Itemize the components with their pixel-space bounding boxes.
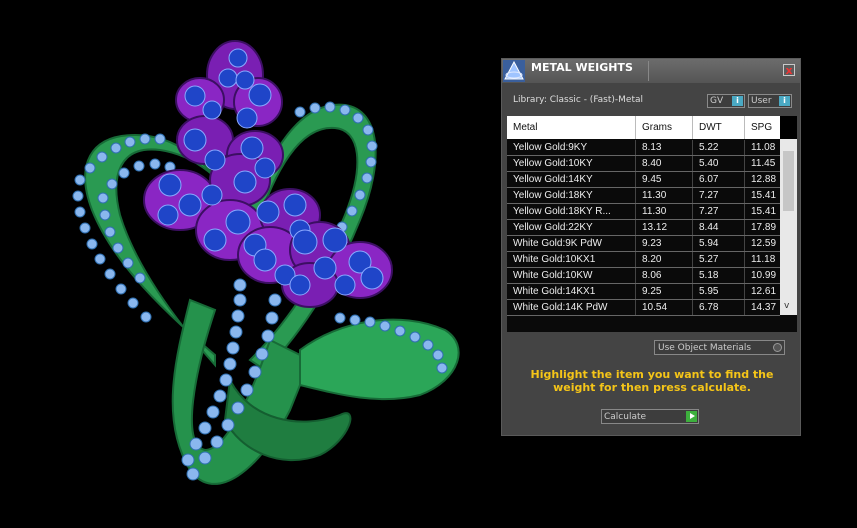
cell-metal: White Gold:14KX1 [507,284,636,300]
cell-dwt: 5.27 [693,252,745,268]
table-row[interactable]: White Gold:14K PdW 10.54 6.78 14.37 [507,300,780,316]
cell-spg: 11.45 [751,158,776,169]
play-icon [686,411,697,422]
cell-spg: 14.37 [751,302,777,313]
cell-dwt: 6.07 [693,172,745,188]
library-label: Library: Classic - (Fast)-Metal [513,95,644,105]
cell-metal: White Gold:9K PdW [507,236,636,252]
gv-button[interactable]: GV i [707,94,745,108]
close-button[interactable]: x [783,64,795,76]
header-corner [780,116,797,139]
cell-dwt: 5.95 [693,284,745,300]
cell-grams: 13.12 [636,220,693,236]
table-row[interactable]: Yellow Gold:18KY R... 11.30 7.27 15.41 [507,204,780,220]
cell-spg: 15.41 [751,206,777,217]
cell-dwt: 7.27 [693,188,745,204]
calculate-button-label: Calculate [604,412,647,422]
cell-metal: Yellow Gold:18KY R... [507,204,636,220]
cell-spg: 10.99 [751,270,777,281]
table-row[interactable]: White Gold:14KX1 9.25 5.95 12.61 [507,284,780,300]
cell-dwt: 6.78 [693,300,745,316]
table-row[interactable]: Yellow Gold:9KY 8.13 5.22 11.08 [507,140,780,156]
cell-metal: Yellow Gold:18KY [507,188,636,204]
column-header-grams[interactable]: Grams [636,116,693,139]
cell-grams: 9.45 [636,172,693,188]
toggle-circle-icon[interactable] [773,343,782,352]
column-header-metal[interactable]: Metal [507,116,636,139]
row-divider [507,315,780,316]
cell-grams: 8.40 [636,156,693,172]
panel-title: METAL WEIGHTS [531,61,633,74]
ring-model [72,40,460,485]
cell-grams: 8.20 [636,252,693,268]
cell-spg: 11.08 [751,142,776,153]
panel-titlebar[interactable]: METAL WEIGHTS x [502,59,800,83]
cell-dwt: 7.27 [693,204,745,220]
info-icon: i [779,96,790,106]
use-object-materials-label: Use Object Materials [658,343,752,353]
cell-grams: 9.25 [636,284,693,300]
app-logo-icon [503,60,525,82]
cell-metal: Yellow Gold:22KY [507,220,636,236]
cell-dwt: 5.94 [693,236,745,252]
instructions-text: Highlight the item you want to find the … [530,368,774,394]
cell-dwt: 5.40 [693,156,745,172]
table-row[interactable]: White Gold:9K PdW 9.23 5.94 12.59 [507,236,780,252]
table-row[interactable]: White Gold:10KW 8.06 5.18 10.99 [507,268,780,284]
user-button-label: User [751,96,772,106]
table-row[interactable]: White Gold:10KX1 8.20 5.27 11.18 [507,252,780,268]
cell-grams: 8.06 [636,268,693,284]
table-row[interactable]: Yellow Gold:14KY 9.45 6.07 12.88 [507,172,780,188]
metal-weights-panel: METAL WEIGHTS x Library: Classic - (Fast… [501,58,801,436]
cell-grams: 11.30 [636,204,693,220]
cell-metal: White Gold:14K PdW [507,300,636,316]
cell-metal: Yellow Gold:14KY [507,172,636,188]
calculate-button[interactable]: Calculate [601,409,699,424]
cell-dwt: 8.44 [693,220,745,236]
metal-weights-table[interactable]: Metal Grams DWT SPG Yellow Gold:9KY 8.13 5… [507,116,797,332]
cell-grams: 10.54 [636,300,693,316]
3d-viewport[interactable] [0,0,500,524]
cell-metal: White Gold:10KX1 [507,252,636,268]
cell-spg: 12.59 [751,238,777,249]
cell-spg: 17.89 [751,222,777,233]
table-row[interactable]: Yellow Gold:10KY 8.40 5.40 11.45 [507,156,780,172]
column-header-spg[interactable]: SPG [745,116,780,139]
table-header: Metal Grams DWT SPG [507,116,780,139]
cell-dwt: 5.18 [693,268,745,284]
cell-metal: Yellow Gold:10KY [507,156,636,172]
cell-spg: 12.61 [751,286,777,297]
table-row[interactable]: Yellow Gold:18KY 11.30 7.27 15.41 [507,188,780,204]
gv-button-label: GV [710,96,724,106]
table-row[interactable]: Yellow Gold:22KY 13.12 8.44 17.89 [507,220,780,236]
use-object-materials-toggle[interactable]: Use Object Materials [654,340,785,355]
title-divider [648,61,649,81]
scroll-down-icon[interactable]: v [784,301,789,311]
cell-grams: 8.13 [636,140,693,156]
column-header-dwt[interactable]: DWT [693,116,745,139]
cell-spg: 15.41 [751,190,777,201]
info-icon: i [732,96,743,106]
vertical-scroll-thumb[interactable] [783,151,794,211]
cell-metal: White Gold:10KW [507,268,636,284]
cell-spg: 11.18 [751,254,776,265]
cell-grams: 11.30 [636,188,693,204]
cell-metal: Yellow Gold:9KY [507,140,636,156]
cell-spg: 12.88 [751,174,777,185]
cell-dwt: 5.22 [693,140,745,156]
vertical-scrollbar[interactable]: v [780,139,797,315]
cell-grams: 9.23 [636,236,693,252]
user-button[interactable]: User i [748,94,792,108]
